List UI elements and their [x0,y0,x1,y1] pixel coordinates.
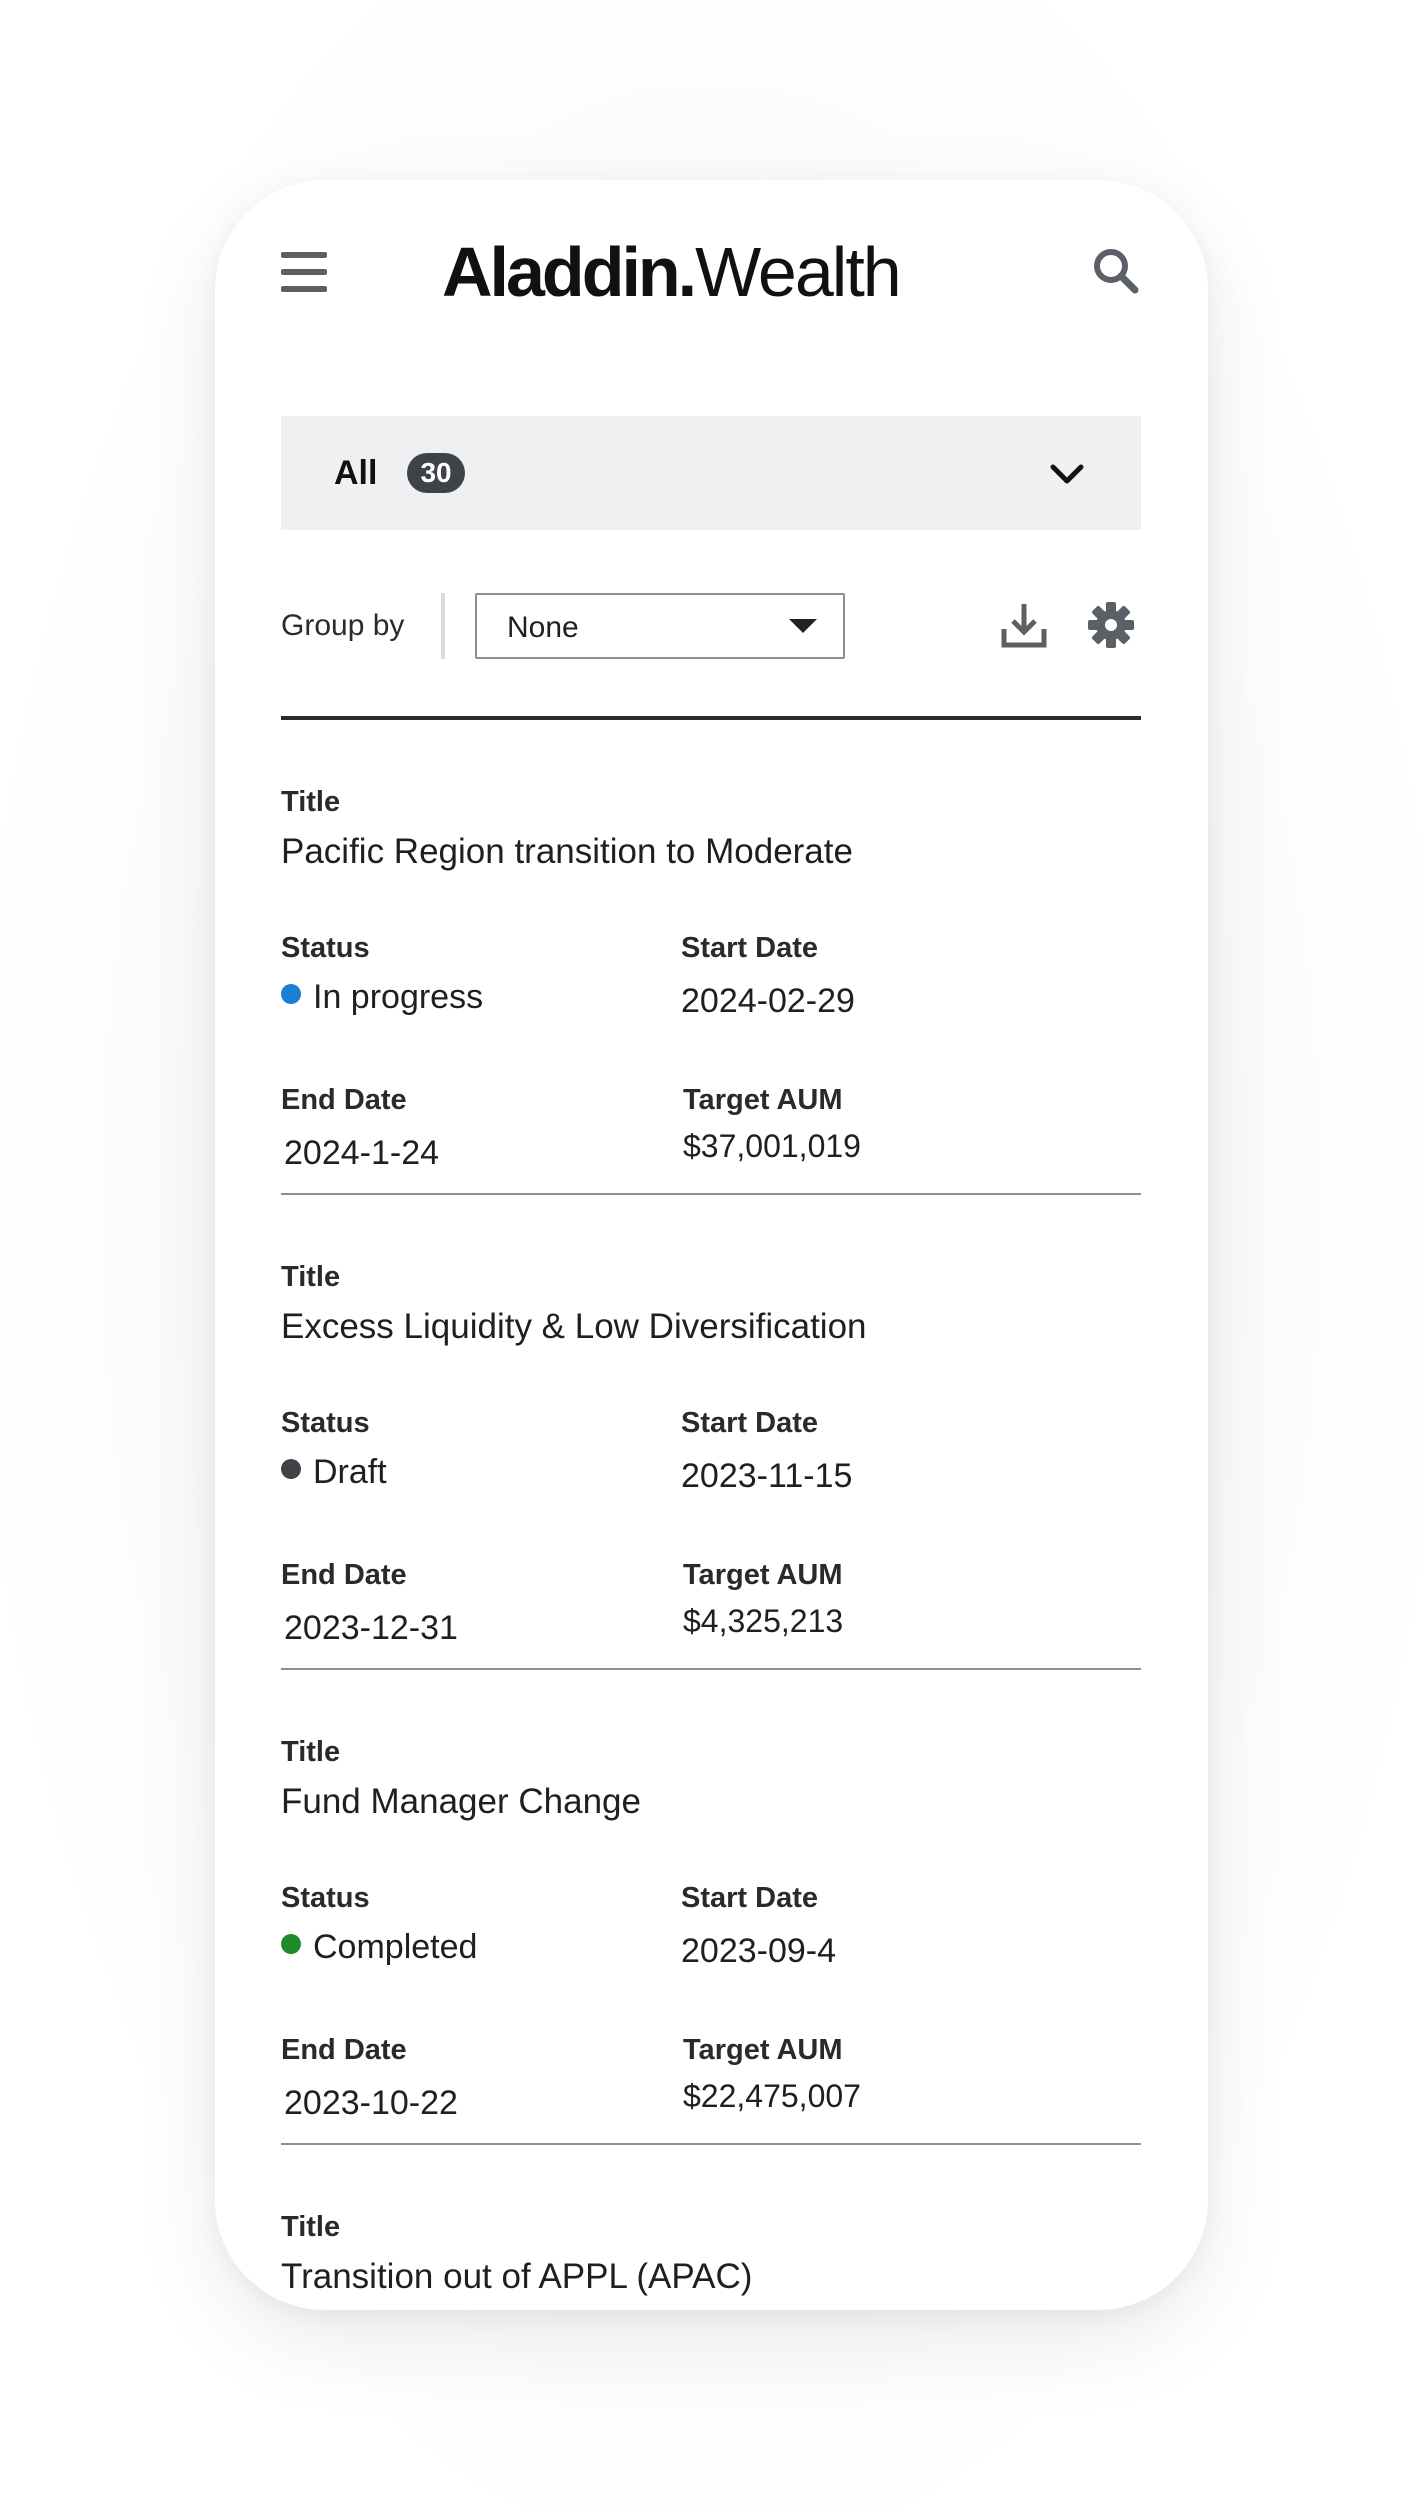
start-date-value: 2023-11-15 [681,1457,853,1495]
filter-count-badge: 30 [407,453,465,493]
start-date-label: Start Date [681,1882,818,1914]
search-icon[interactable] [1091,246,1141,296]
item-title: Excess Liquidity & Low Diversification [281,1307,867,1346]
background-stage: Aladdin.Wealth All 30 Group by None Titl… [0,0,1423,2510]
status-value: Draft [281,1453,387,1492]
status-label: Status [281,932,370,964]
target-aum-value: $37,001,019 [683,1128,861,1164]
status-value: In progress [281,978,483,1017]
status-label: Status [281,1407,370,1439]
title-label: Title [281,2211,341,2243]
status-label: Status [281,1882,370,1914]
group-by-value: None [507,611,579,644]
logo-bold-text: Aladdin [442,233,681,311]
item-title: Fund Manager Change [281,1782,641,1821]
status-text: Draft [313,1453,387,1491]
start-date-value: 2024-02-29 [681,982,855,1020]
app-content: Aladdin.Wealth All 30 Group by None Titl… [281,180,1141,2296]
end-date-label: End Date [281,2034,407,2066]
status-value: Completed [281,1928,477,1967]
plan-list: Title Pacific Region transition to Moder… [281,720,1141,2310]
list-item[interactable]: Title Transition out of APPL (APAC) [281,2145,1141,2310]
list-toolbar: Group by None [281,593,1141,659]
gear-icon[interactable] [1087,601,1135,649]
title-label: Title [281,1261,341,1293]
toolbar-divider [441,593,445,659]
hamburger-menu-icon[interactable] [281,252,327,292]
end-date-value: 2024-1-24 [284,1134,440,1172]
list-item[interactable]: Title Fund Manager Change Status Complet… [281,1670,1141,2145]
logo-regular-text: Wealth [695,233,902,311]
title-label: Title [281,1736,341,1768]
status-text: Completed [313,1928,478,1966]
status-dot-icon [281,1459,301,1479]
list-item[interactable]: Title Excess Liquidity & Low Diversifica… [281,1195,1141,1670]
end-date-value: 2023-10-22 [284,2084,458,2122]
item-title: Transition out of APPL (APAC) [281,2257,753,2296]
end-date-value: 2023-12-31 [284,1609,458,1647]
target-aum-value: $4,325,213 [683,1603,844,1639]
target-aum-label: Target AUM [683,1084,843,1116]
chevron-down-icon[interactable] [1047,454,1087,494]
title-label: Title [281,786,341,818]
end-date-label: End Date [281,1559,407,1591]
start-date-label: Start Date [681,1407,818,1439]
target-aum-label: Target AUM [683,2034,843,2066]
status-dot-icon [281,1934,301,1954]
target-aum-label: Target AUM [683,1559,843,1591]
start-date-value: 2023-09-4 [681,1932,837,1970]
status-text: In progress [313,978,484,1016]
start-date-label: Start Date [681,932,818,964]
filter-dropdown[interactable]: All 30 [281,416,1141,530]
target-aum-value: $22,475,007 [683,2078,861,2114]
brand-logo: Aladdin.Wealth [442,233,902,311]
group-by-select[interactable]: None [475,593,845,659]
group-by-label: Group by [281,609,405,642]
status-dot-icon [281,984,301,1004]
caret-down-icon [789,619,817,633]
filter-label: All [334,453,378,492]
item-title: Pacific Region transition to Moderate [281,832,853,871]
download-icon[interactable] [1001,601,1047,649]
phone-frame: Aladdin.Wealth All 30 Group by None Titl… [215,180,1208,2310]
end-date-label: End Date [281,1084,407,1116]
list-item[interactable]: Title Pacific Region transition to Moder… [281,720,1141,1195]
app-header: Aladdin.Wealth [281,180,1141,380]
